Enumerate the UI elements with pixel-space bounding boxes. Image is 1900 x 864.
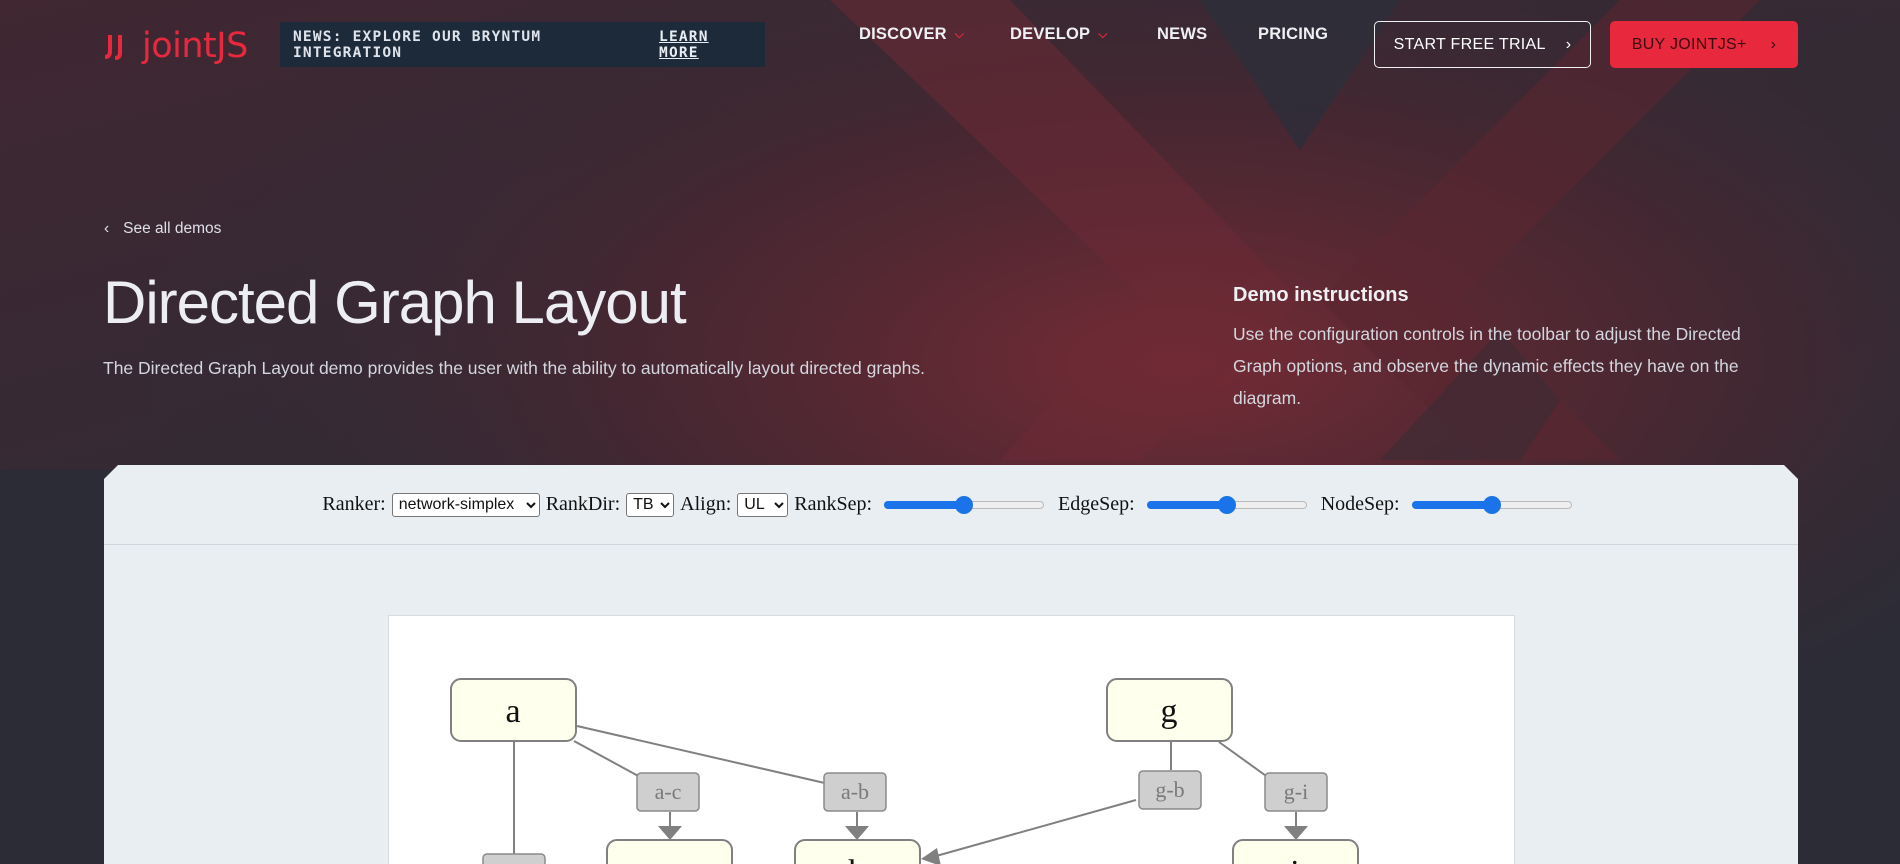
align-label: Align: bbox=[680, 493, 732, 515]
align-control: Align: UL bbox=[680, 492, 789, 517]
graph-canvas[interactable]: a g b i a-c bbox=[388, 615, 1515, 864]
jointjs-logo[interactable]: jointJS bbox=[104, 26, 248, 66]
graph-node-a-label: a bbox=[505, 693, 520, 730]
rankdir-select[interactable]: TB bbox=[626, 492, 675, 517]
page-title: Directed Graph Layout bbox=[103, 269, 687, 336]
nav-discover-label: DISCOVER bbox=[859, 24, 947, 43]
nav-news[interactable]: NEWS bbox=[1157, 25, 1207, 44]
graph-diagram: a g b i a-c bbox=[450, 678, 1359, 864]
slider-thumb[interactable] bbox=[955, 495, 974, 514]
arrow-head bbox=[921, 848, 941, 864]
nav-develop[interactable]: DEVELOP ⌵ bbox=[1010, 25, 1108, 44]
nodesep-control: NodeSep: bbox=[1321, 493, 1580, 516]
edge-label-a-c-text: a-c bbox=[655, 779, 682, 804]
edge-label-g-i[interactable]: g-i bbox=[1264, 772, 1328, 812]
news-banner-text: NEWS: EXPLORE OUR BRYNTUM INTEGRATION bbox=[293, 28, 542, 61]
slider-fill bbox=[1411, 500, 1492, 509]
chevron-right-icon: › bbox=[1770, 35, 1777, 53]
ranksep-label: RankSep: bbox=[794, 493, 873, 515]
ranker-select[interactable]: network-simplex bbox=[391, 492, 540, 517]
nodesep-label: NodeSep: bbox=[1320, 493, 1400, 515]
graph-node-a[interactable]: a bbox=[450, 678, 577, 742]
edgesep-slider[interactable] bbox=[1146, 495, 1307, 515]
arrow-head bbox=[845, 826, 869, 840]
ranker-control: Ranker: network-simplex bbox=[322, 492, 540, 517]
edge-label-g-b[interactable]: g-b bbox=[1138, 770, 1202, 810]
graph-node-b-label: b bbox=[849, 854, 866, 864]
edge-g-i bbox=[1218, 741, 1270, 779]
nav-discover[interactable]: DISCOVER ⌵ bbox=[859, 25, 964, 44]
slider-thumb[interactable] bbox=[1217, 495, 1236, 514]
buy-jointjs-button[interactable]: BUY JOINTJS+ › bbox=[1610, 21, 1798, 68]
edgesep-control: EdgeSep: bbox=[1058, 493, 1315, 516]
see-all-demos-label: See all demos bbox=[123, 220, 222, 237]
jointjs-logo-icon bbox=[104, 35, 122, 60]
ranker-label: Ranker: bbox=[322, 493, 386, 515]
edge-label-a-b-text: a-b bbox=[841, 779, 869, 804]
edgesep-label: EdgeSep: bbox=[1058, 493, 1135, 515]
rankdir-control: RankDir: TB bbox=[545, 492, 675, 517]
demo-instructions-title: Demo instructions bbox=[1233, 284, 1409, 306]
edge-label-a-b[interactable]: a-b bbox=[823, 772, 887, 812]
graph-node-i-label: i bbox=[1290, 854, 1299, 864]
nodesep-slider[interactable] bbox=[1411, 495, 1572, 515]
start-free-trial-label: START FREE TRIAL bbox=[1393, 35, 1546, 53]
ranksep-slider[interactable] bbox=[884, 495, 1045, 515]
news-banner: NEWS: EXPLORE OUR BRYNTUM INTEGRATION LE… bbox=[280, 22, 765, 67]
start-free-trial-button[interactable]: START FREE TRIAL › bbox=[1374, 21, 1591, 68]
logo-text: jointJS bbox=[142, 26, 248, 66]
slider-fill bbox=[884, 500, 965, 509]
edge-label-a-c[interactable]: a-c bbox=[636, 772, 700, 812]
graph-node-c[interactable] bbox=[606, 839, 733, 864]
chevron-down-icon: ⌵ bbox=[954, 26, 965, 41]
chevron-left-icon: ‹ bbox=[104, 220, 110, 237]
align-select[interactable]: UL bbox=[737, 492, 789, 517]
arrow-head bbox=[1284, 826, 1308, 840]
demo-panel: Ranker: network-simplex RankDir: TB Alig… bbox=[104, 465, 1798, 864]
edge-label-a-x-partial bbox=[482, 853, 546, 864]
buy-jointjs-label: BUY JOINTJS+ bbox=[1631, 35, 1747, 53]
graph-node-g-label: g bbox=[1161, 693, 1178, 730]
graph-node-g[interactable]: g bbox=[1106, 678, 1233, 742]
see-all-demos-link[interactable]: ‹ See all demos bbox=[104, 220, 221, 238]
learn-more-link[interactable]: LEARN MORE bbox=[659, 29, 752, 61]
nav-pricing-label: PRICING bbox=[1258, 24, 1329, 43]
slider-thumb[interactable] bbox=[1482, 495, 1501, 514]
edge-label-g-i-text: g-i bbox=[1284, 779, 1308, 804]
ranksep-control: RankSep: bbox=[794, 493, 1052, 516]
edge-a-c bbox=[573, 740, 643, 779]
graph-node-i[interactable]: i bbox=[1232, 839, 1359, 864]
nav-develop-label: DEVELOP bbox=[1010, 24, 1091, 43]
rankdir-label: RankDir: bbox=[545, 493, 621, 515]
edge-g-b bbox=[928, 799, 1137, 859]
demo-instructions-text: Use the configuration controls in the to… bbox=[1233, 324, 1741, 408]
site-header: jointJS NEWS: EXPLORE OUR BRYNTUM INTEGR… bbox=[0, 0, 1900, 90]
arrow-head bbox=[658, 826, 682, 840]
page-description: The Directed Graph Layout demo provides … bbox=[103, 358, 925, 378]
nav-pricing[interactable]: PRICING bbox=[1258, 25, 1328, 44]
chevron-down-icon: ⌵ bbox=[1098, 26, 1108, 41]
graph-node-b[interactable]: b bbox=[794, 839, 921, 864]
edge-label-g-b-text: g-b bbox=[1155, 777, 1184, 802]
chevron-right-icon: › bbox=[1565, 35, 1572, 53]
slider-fill bbox=[1146, 500, 1227, 509]
edge-a-b bbox=[576, 725, 830, 785]
layout-toolbar: Ranker: network-simplex RankDir: TB Alig… bbox=[104, 465, 1798, 545]
nav-news-label: NEWS bbox=[1157, 24, 1208, 43]
